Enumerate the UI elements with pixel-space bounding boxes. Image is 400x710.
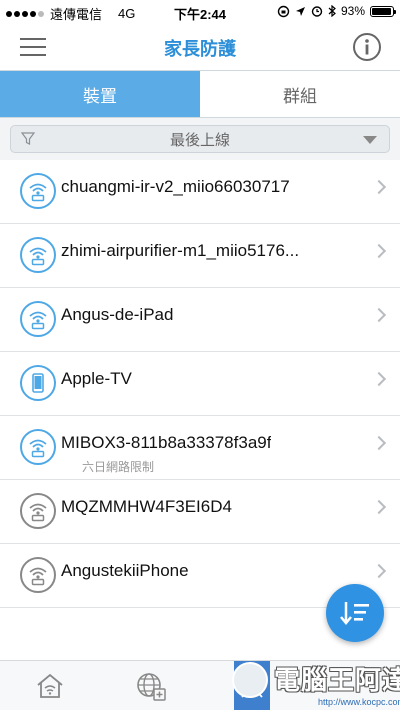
battery-percent: 93% — [340, 4, 365, 18]
filter-area: 最後上線 — [0, 118, 400, 160]
page-title: 家長防護 — [164, 39, 236, 59]
wifi-device-icon — [20, 429, 56, 465]
globe-add-icon[interactable] — [134, 669, 168, 703]
chevron-right-icon — [371, 563, 387, 579]
chevron-down-icon — [363, 136, 377, 144]
battery-icon — [370, 5, 396, 17]
wifi-device-icon — [20, 557, 56, 593]
device-name: Angus-de-iPad — [61, 305, 174, 324]
device-name: AngustekiiPhone — [61, 561, 189, 580]
chevron-right-icon — [371, 243, 387, 259]
wifi-device-icon — [20, 237, 56, 273]
phone-device-icon — [20, 365, 56, 401]
chevron-right-icon — [371, 179, 387, 195]
bottom-tab-bar — [0, 660, 400, 710]
location-arrow-icon — [295, 6, 305, 16]
status-bar: 遠傳電信 4G 下午2:44 93% — [0, 0, 400, 24]
device-name: Apple-TV — [61, 369, 132, 388]
bluetooth-icon — [328, 5, 336, 17]
device-row[interactable]: chuangmi-ir-v2_miio66030717 — [0, 160, 400, 224]
chevron-right-icon — [371, 435, 387, 451]
alarm-icon — [311, 6, 323, 17]
tab-devices[interactable]: 裝置 — [0, 71, 200, 117]
device-name: MIBOX3-811b8a33378f3a9f — [61, 433, 272, 452]
device-restriction-note: 六日網路限制 — [82, 460, 155, 474]
sort-descending-icon — [340, 602, 369, 625]
device-name: chuangmi-ir-v2_miio66030717 — [61, 177, 290, 196]
device-row[interactable]: MQZMMHW4F3EI6D4 — [0, 480, 400, 544]
device-row[interactable]: zhimi-airpurifier-m1_miio5176... — [0, 224, 400, 288]
nav-bar: 家長防護 — [0, 24, 400, 70]
device-name: MQZMMHW4F3EI6D4 — [61, 497, 232, 516]
sort-fab-button[interactable] — [326, 584, 384, 642]
chevron-right-icon — [371, 499, 387, 515]
status-right: 93% — [277, 4, 396, 18]
profile-icon[interactable] — [235, 669, 269, 703]
tab-groups[interactable]: 群組 — [200, 71, 400, 117]
segment-tabs: 裝置 群組 — [0, 70, 400, 118]
chevron-right-icon — [371, 307, 387, 323]
wifi-device-icon — [20, 301, 56, 337]
info-circle-icon[interactable] — [352, 32, 382, 62]
funnel-icon — [21, 132, 35, 145]
device-list: chuangmi-ir-v2_miio66030717 zhimi-airpur… — [0, 160, 400, 608]
wifi-device-icon — [20, 493, 56, 529]
chevron-right-icon — [371, 371, 387, 387]
wifi-device-icon — [20, 173, 56, 209]
home-wifi-icon[interactable] — [33, 669, 67, 703]
device-row[interactable]: Angus-de-iPad — [0, 288, 400, 352]
rotation-lock-icon — [277, 5, 290, 17]
device-row[interactable]: MIBOX3-811b8a33378f3a9f 六日網路限制 — [0, 416, 400, 480]
sort-filter-dropdown[interactable]: 最後上線 — [10, 125, 390, 153]
device-row[interactable]: Apple-TV — [0, 352, 400, 416]
device-name: zhimi-airpurifier-m1_miio5176... — [61, 241, 300, 260]
filter-label: 最後上線 — [169, 131, 230, 149]
